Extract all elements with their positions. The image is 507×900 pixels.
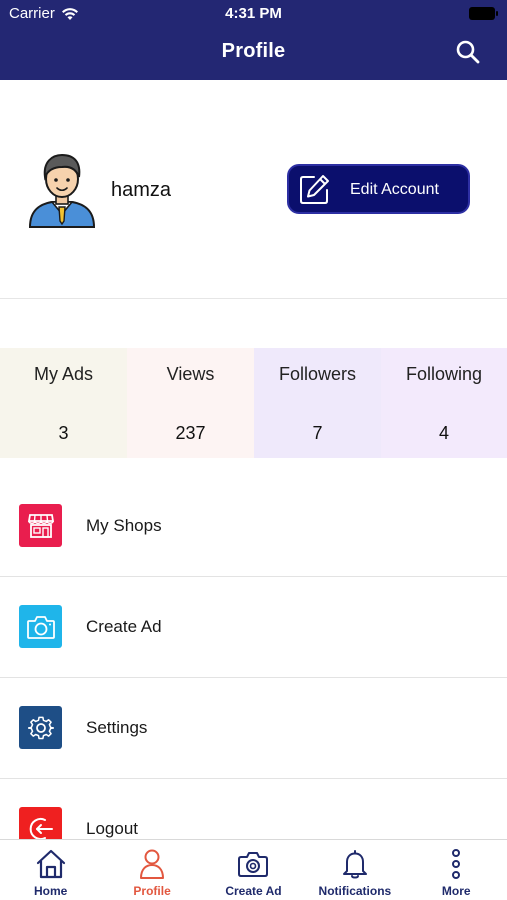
- username: hamza: [111, 179, 172, 201]
- stat-label: Following: [405, 364, 483, 384]
- menu-item-label: Settings: [86, 718, 148, 737]
- avatar-man-icon: [28, 153, 96, 228]
- edit-icon: [300, 175, 329, 204]
- tab-label: Profile: [133, 884, 171, 898]
- menu-item-label: Create Ad: [86, 617, 162, 636]
- menu-item-label: My Shops: [86, 516, 162, 535]
- tab-more[interactable]: More: [406, 840, 507, 900]
- logout-icon: [19, 807, 62, 841]
- camera-icon: [238, 852, 269, 877]
- stat-label: Views: [166, 364, 215, 384]
- status-time: 4:31 PM: [225, 5, 282, 22]
- home-icon: [36, 849, 65, 879]
- stat-value: 7: [312, 423, 323, 443]
- page-title: Profile: [221, 40, 286, 62]
- stats-row: My Ads 3 Views 237 Followers 7 Following…: [0, 348, 507, 458]
- menu-item-label: Logout: [86, 819, 138, 838]
- stat-label: Followers: [278, 364, 357, 384]
- stat-followers[interactable]: Followers 7: [254, 348, 381, 458]
- menu-item-settings[interactable]: Settings: [0, 678, 507, 779]
- edit-account-button[interactable]: Edit Account: [287, 164, 470, 214]
- menu-item-logout[interactable]: Logout: [0, 779, 507, 841]
- tab-label: Home: [34, 884, 68, 898]
- stat-my-ads[interactable]: My Ads 3: [0, 348, 127, 458]
- tab-notifications[interactable]: Notifications: [304, 840, 405, 900]
- shop-icon: [19, 504, 62, 547]
- stat-value: 4: [438, 423, 449, 443]
- tab-label: Create Ad: [225, 884, 282, 898]
- tab-home[interactable]: Home: [0, 840, 101, 900]
- tab-profile[interactable]: Profile: [101, 840, 202, 900]
- bottom-tab-bar: Home Profile Create Ad Notifications Mor…: [0, 839, 507, 900]
- profile-section: hamza Edit Account: [0, 80, 507, 299]
- edit-account-label: Edit Account: [350, 181, 439, 198]
- battery-icon: [469, 7, 498, 20]
- status-bar: Carrier 4:31 PM: [0, 0, 507, 28]
- tab-label: More: [441, 884, 471, 898]
- stat-views[interactable]: Views 237: [127, 348, 254, 458]
- stat-following[interactable]: Following 4: [381, 348, 507, 458]
- tab-create-ad[interactable]: Create Ad: [203, 840, 304, 900]
- person-icon: [140, 849, 165, 879]
- menu-item-create-ad[interactable]: Create Ad: [0, 577, 507, 678]
- more-vertical-icon: [452, 849, 461, 879]
- camera-icon: [19, 605, 62, 648]
- stat-label: My Ads: [33, 364, 94, 384]
- gear-icon: [19, 706, 62, 749]
- tab-label: Notifications: [318, 884, 392, 898]
- navigation-header: Carrier 4:31 PM Profile: [0, 0, 507, 80]
- search-icon[interactable]: [455, 39, 481, 65]
- stat-value: 237: [175, 423, 206, 443]
- bell-icon: [342, 850, 367, 879]
- stat-value: 3: [58, 423, 69, 443]
- menu-item-my-shops[interactable]: My Shops: [0, 476, 507, 577]
- profile-menu: My Shops Create Ad Settings Logout: [0, 476, 507, 841]
